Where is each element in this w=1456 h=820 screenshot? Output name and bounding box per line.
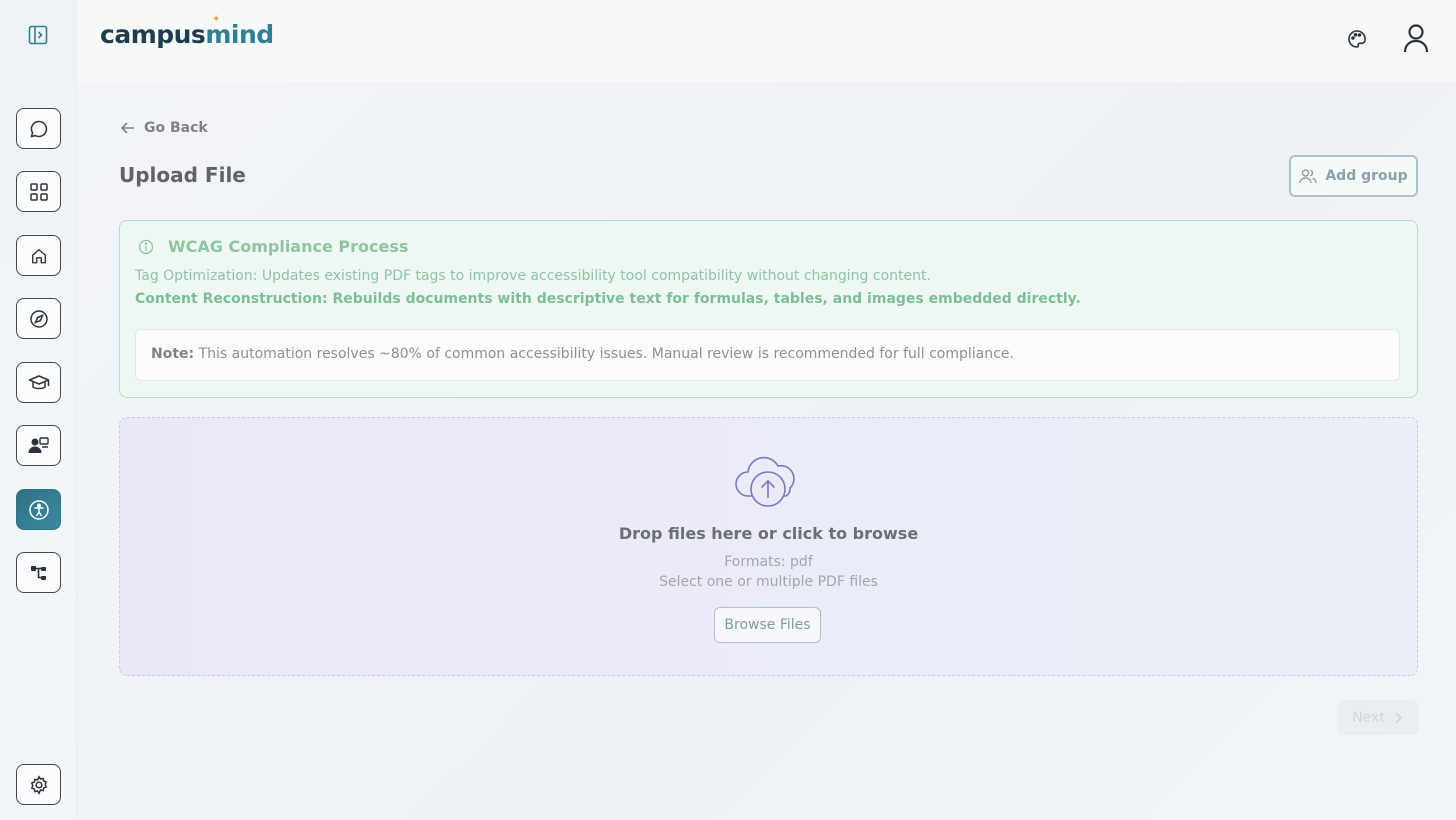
top-header: campusmind ✦ [77, 0, 1456, 82]
sidebar [0, 0, 77, 820]
sidebar-item-home[interactable] [16, 235, 61, 276]
graduation-cap-icon [28, 374, 49, 389]
wcag-title: WCAG Compliance Process [138, 237, 408, 256]
add-group-label: Add group [1325, 168, 1408, 184]
dropzone-title: Drop files here or click to browse [618, 524, 919, 543]
sidebar-item-explore[interactable] [16, 298, 61, 339]
note-text: This automation resolves ~80% of common … [194, 346, 1014, 362]
wcag-title-text: WCAG Compliance Process [168, 237, 409, 256]
page-title: Upload File [119, 163, 246, 187]
chevron-right-icon [1395, 711, 1402, 724]
sidebar-item-courses[interactable] [16, 362, 61, 403]
wcag-info-panel: WCAG Compliance Process Tag Optimization… [119, 220, 1418, 398]
dropzone-formats: Formats: pdf [724, 554, 813, 570]
next-label: Next [1352, 709, 1385, 726]
cloud-upload-icon [735, 456, 795, 507]
home-icon [31, 248, 46, 263]
sidebar-toggle-icon[interactable] [27, 24, 49, 46]
sidebar-item-chat[interactable] [16, 108, 61, 149]
gear-icon [30, 774, 47, 795]
go-back-link[interactable]: Go Back [120, 120, 208, 136]
go-back-label: Go Back [144, 120, 208, 136]
add-group-button[interactable]: Add group [1289, 155, 1418, 197]
palette-icon[interactable] [1346, 28, 1368, 50]
sidebar-item-workflows[interactable] [16, 552, 61, 593]
sidebar-item-accessibility[interactable] [16, 489, 61, 530]
flow-icon [30, 565, 46, 580]
note-box: Note: This automation resolves ~80% of c… [135, 329, 1400, 381]
chat-bubble-icon [29, 120, 47, 138]
info-icon [138, 239, 154, 254]
tag-optimization-text: Tag Optimization: Updates existing PDF t… [135, 268, 931, 284]
settings-button[interactable] [16, 764, 61, 805]
users-icon [1299, 169, 1318, 184]
content-reconstruction-text: Content Reconstruction: Rebuilds documen… [135, 291, 1081, 307]
campusmind-logo[interactable]: campusmind ✦ [100, 14, 274, 49]
grid-icon [29, 182, 48, 201]
file-dropzone[interactable]: Drop files here or click to browse Forma… [119, 417, 1418, 676]
sidebar-item-apps[interactable] [16, 171, 61, 212]
next-button[interactable]: Next [1337, 700, 1418, 735]
note-label: Note: [151, 346, 195, 362]
browse-files-button[interactable]: Browse Files [714, 607, 821, 643]
compass-icon [29, 309, 48, 328]
dropzone-hint: Select one or multiple PDF files [659, 574, 878, 590]
accessibility-icon [28, 499, 49, 520]
user-icon[interactable] [1401, 22, 1431, 54]
sidebar-item-teaching[interactable] [16, 425, 61, 466]
arrow-left-icon [120, 122, 134, 134]
teacher-icon [28, 436, 49, 453]
sparkle-icon: ✦ [212, 14, 220, 25]
main-content: Go Back Upload File Add group WCAG Compl… [77, 82, 1456, 820]
